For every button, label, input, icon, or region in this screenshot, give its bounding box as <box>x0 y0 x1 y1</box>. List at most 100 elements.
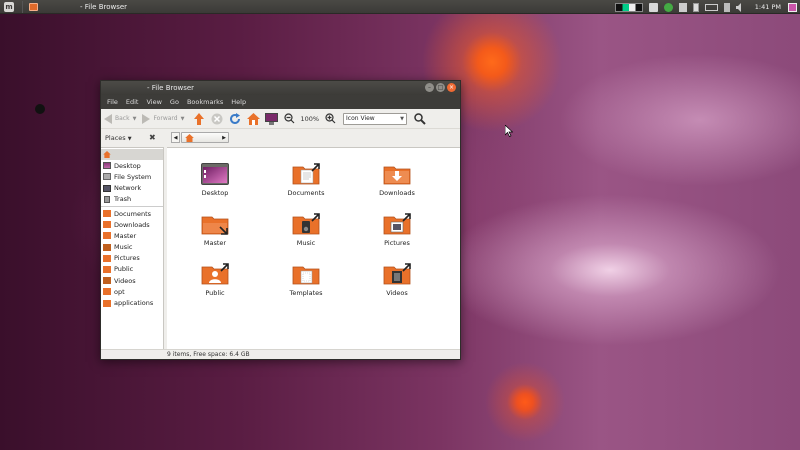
stop-button[interactable] <box>210 112 224 126</box>
taskbar-window-title[interactable]: - File Browser <box>80 3 127 11</box>
forward-arrow-icon <box>142 113 151 124</box>
file-item-pictures[interactable]: Pictures <box>367 213 427 247</box>
sidebar-item-pictures[interactable]: Pictures <box>101 253 163 264</box>
volume-icon[interactable] <box>735 2 744 12</box>
master-folder-icon <box>201 216 229 235</box>
music-folder-icon <box>292 213 320 235</box>
documents-folder-icon <box>292 163 320 185</box>
chevron-down-icon: ▼ <box>400 115 405 122</box>
folder-downloads-icon <box>103 221 111 229</box>
toolbar: Back ▼ Forward ▼ 100% Icon View ▼ <box>101 109 460 129</box>
minimize-button[interactable]: – <box>425 83 434 92</box>
close-button[interactable]: × <box>447 83 456 92</box>
battery-icon[interactable] <box>704 3 718 11</box>
sidebar-item-videos[interactable]: Videos <box>101 275 163 286</box>
close-sidebar-icon[interactable]: ✖ <box>149 133 156 142</box>
sidebar-item-home[interactable] <box>101 149 163 161</box>
file-item-music[interactable]: Music <box>276 213 336 247</box>
update-icon[interactable] <box>663 2 673 12</box>
main-menu-button[interactable]: m <box>4 1 14 12</box>
back-arrow-icon <box>104 113 112 124</box>
path-home-crumb[interactable]: ▶ <box>181 132 229 143</box>
home-icon <box>103 151 111 159</box>
menu-help[interactable]: Help <box>231 98 246 106</box>
menu-edit[interactable]: Edit <box>126 98 139 106</box>
sidebar-item-desktop[interactable]: Desktop <box>101 160 163 171</box>
reload-icon <box>230 112 241 124</box>
chevron-down-icon: ▼ <box>127 136 132 142</box>
zoom-out-icon <box>284 113 295 124</box>
window-controls: – □ × <box>423 83 456 92</box>
network-icon <box>103 184 111 192</box>
sidebar-item-music[interactable]: Music <box>101 242 163 253</box>
sidebar-item-documents[interactable]: Documents <box>101 208 163 219</box>
window-titlebar[interactable]: - File Browser – □ × <box>101 81 460 95</box>
workspace-switcher-icon[interactable] <box>614 2 643 12</box>
downloads-folder-icon <box>383 166 411 185</box>
folder-pictures-icon <box>103 254 111 262</box>
app-indicator-icon[interactable] <box>648 2 658 12</box>
forward-dropdown-icon[interactable]: ▼ <box>181 116 185 122</box>
sidebar-item-opt[interactable]: opt <box>101 286 163 297</box>
file-item-documents[interactable]: Documents <box>276 163 336 197</box>
home-button[interactable] <box>246 112 260 126</box>
zoom-in-icon <box>324 113 335 124</box>
file-item-templates[interactable]: Templates <box>276 263 336 297</box>
menu-bookmarks[interactable]: Bookmarks <box>187 98 223 106</box>
file-browser-task-icon[interactable] <box>29 2 38 11</box>
home-icon <box>246 112 260 125</box>
device-icon[interactable] <box>692 2 699 12</box>
icon-view[interactable]: Desktop Documents Downloads Master Music… <box>167 147 460 349</box>
clock[interactable]: 1:41 PM <box>755 3 781 11</box>
folder-documents-icon <box>103 210 111 218</box>
sidebar-item-downloads[interactable]: Downloads <box>101 219 163 230</box>
zoom-level: 100% <box>300 114 320 123</box>
sidebar-item-file-system[interactable]: File System <box>101 171 163 182</box>
file-item-master[interactable]: Master <box>185 213 245 247</box>
top-panel: m - File Browser 1:41 PM <box>0 0 800 14</box>
places-dropdown[interactable]: Places ▼ <box>105 134 132 142</box>
panel-separator <box>22 0 23 13</box>
search-button[interactable] <box>413 112 427 126</box>
path-left-button[interactable]: ◀ <box>171 132 180 143</box>
maximize-button[interactable]: □ <box>436 83 445 92</box>
up-button[interactable] <box>192 112 206 126</box>
places-sidebar: Desktop File System Network Trash Docume… <box>101 147 164 349</box>
view-mode-select[interactable]: Icon View ▼ <box>343 112 408 125</box>
file-item-videos[interactable]: Videos <box>367 263 427 297</box>
stop-icon <box>211 113 223 124</box>
menu-bar: File Edit View Go Bookmarks Help <box>101 95 460 109</box>
reload-button[interactable] <box>228 112 242 126</box>
folder-videos-icon <box>103 277 111 285</box>
back-dropdown-icon[interactable]: ▼ <box>133 116 137 122</box>
folder-icon <box>103 232 111 240</box>
network-icon[interactable] <box>678 2 687 12</box>
menu-view[interactable]: View <box>146 98 161 106</box>
path-right-icon: ▶ <box>222 134 226 141</box>
bluetooth-icon[interactable] <box>723 2 730 12</box>
forward-button[interactable]: Forward ▼ <box>142 113 185 124</box>
videos-folder-icon <box>383 263 411 285</box>
templates-folder-icon <box>292 266 320 285</box>
folder-public-icon <box>103 265 111 273</box>
sidebar-item-applications[interactable]: applications <box>101 297 163 308</box>
desktop-icon <box>103 162 111 170</box>
sidebar-item-trash[interactable]: Trash <box>101 194 163 205</box>
session-icon[interactable] <box>788 2 797 12</box>
menu-go[interactable]: Go <box>170 98 179 106</box>
file-item-downloads[interactable]: Downloads <box>367 163 427 197</box>
window-content: Desktop File System Network Trash Docume… <box>101 147 460 349</box>
zoom-in-button[interactable] <box>323 112 337 126</box>
back-button[interactable]: Back ▼ <box>104 113 137 124</box>
zoom-out-button[interactable] <box>282 112 296 126</box>
menu-file[interactable]: File <box>107 98 118 106</box>
file-item-public[interactable]: Public <box>185 263 245 297</box>
sidebar-item-network[interactable]: Network <box>101 183 163 194</box>
window-title: - File Browser <box>147 84 195 92</box>
computer-button[interactable] <box>264 112 278 126</box>
folder-icon <box>103 299 111 307</box>
sidebar-item-master[interactable]: Master <box>101 230 163 241</box>
file-item-desktop[interactable]: Desktop <box>185 163 245 197</box>
sidebar-item-public[interactable]: Public <box>101 264 163 275</box>
search-icon <box>414 112 426 125</box>
